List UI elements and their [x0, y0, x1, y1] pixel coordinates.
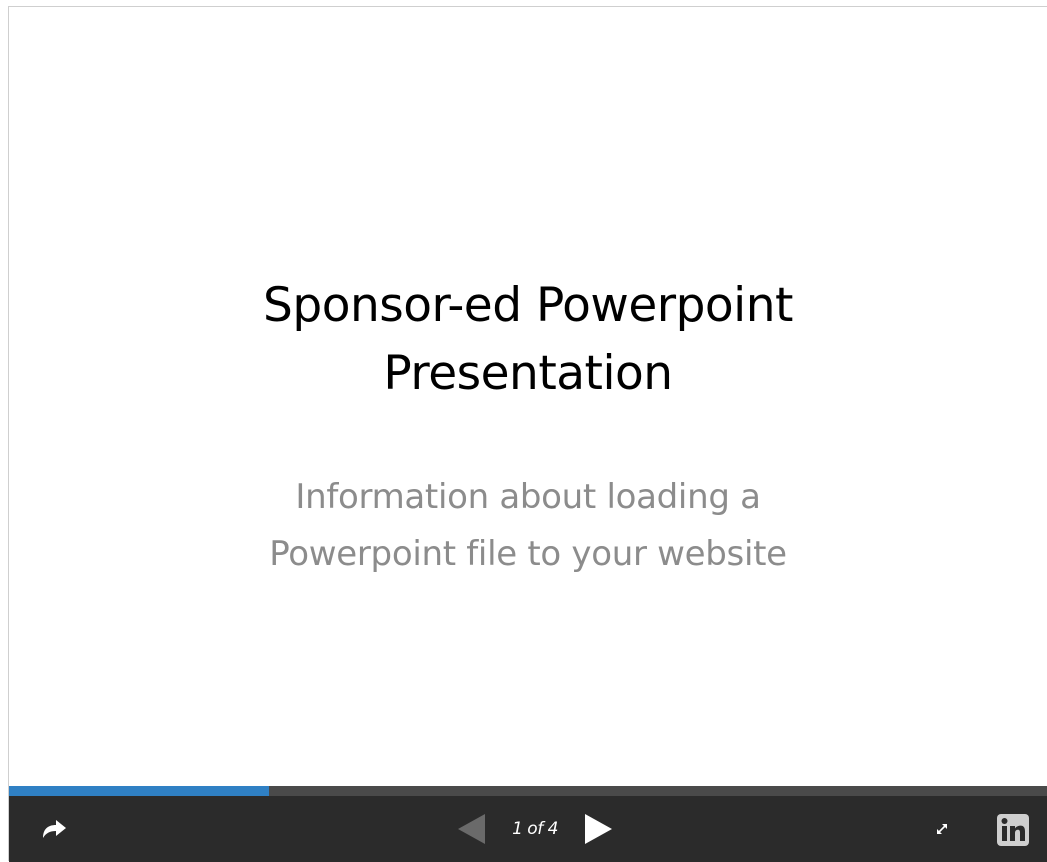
triangle-left-icon: [458, 814, 485, 844]
slide-title-line: Presentation: [383, 346, 673, 401]
slide-title: Sponsor-ed Powerpoint Presentation: [9, 272, 1047, 408]
next-slide-button[interactable]: [581, 812, 615, 846]
share-button[interactable]: [39, 816, 69, 842]
expand-arrows-icon: [937, 824, 947, 834]
slide-subtitle-line: Powerpoint file to your website: [269, 534, 787, 574]
slide-title-line: Sponsor-ed Powerpoint: [263, 278, 793, 333]
page-indicator: 1 of 4: [512, 819, 558, 839]
player-toolbar: 1 of 4: [9, 796, 1047, 862]
slide-progress-fill: [9, 786, 269, 796]
slide-subtitle: Information about loading a Powerpoint f…: [9, 469, 1047, 583]
slide-subtitle-line: Information about loading a: [295, 477, 761, 517]
share-arrow-icon: [43, 820, 66, 838]
slide-canvas: Sponsor-ed Powerpoint Presentation Infor…: [9, 7, 1047, 786]
linkedin-button[interactable]: [996, 813, 1030, 847]
slide-progress-bar[interactable]: [9, 786, 1047, 796]
triangle-right-icon: [585, 814, 612, 844]
linkedin-logo-icon: [997, 814, 1029, 846]
previous-slide-button[interactable]: [455, 812, 489, 846]
slide-viewer: Sponsor-ed Powerpoint Presentation Infor…: [8, 6, 1047, 862]
fullscreen-button[interactable]: [933, 820, 951, 838]
